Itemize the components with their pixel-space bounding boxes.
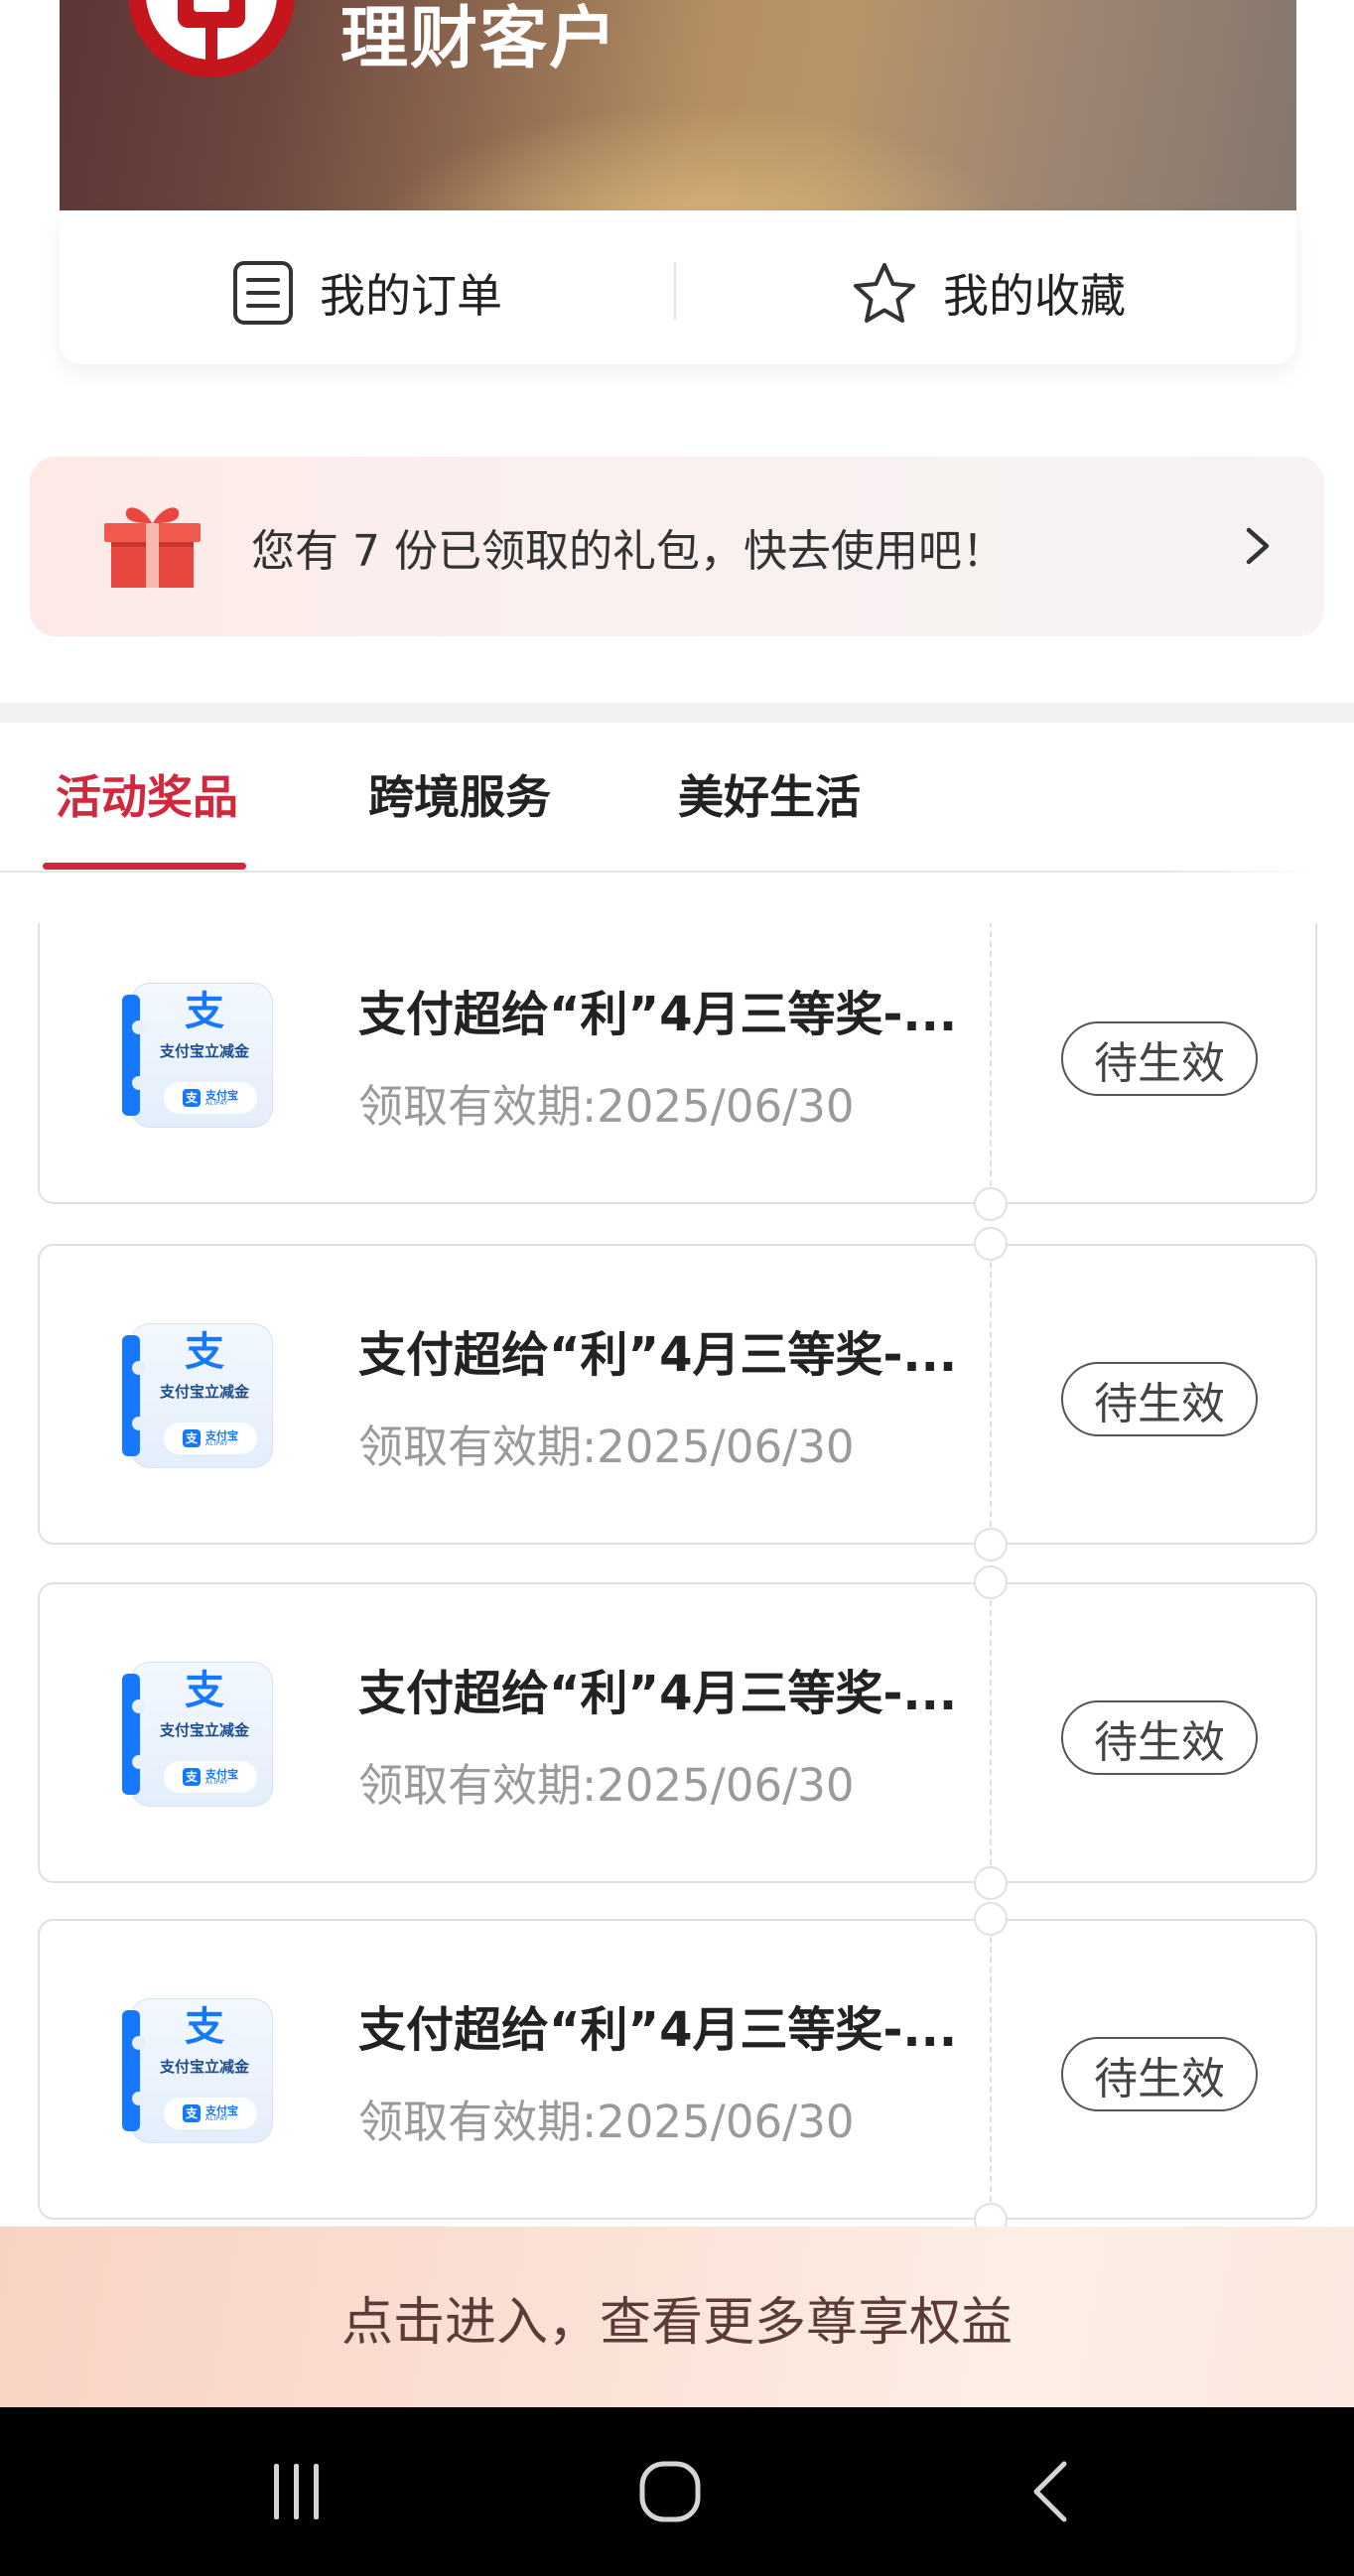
coupon-label: 支付宝立减金 bbox=[159, 2058, 249, 2076]
ticket-dashed-divider bbox=[990, 1262, 992, 1527]
prize-validity: 领取有效期:2025/06/30 bbox=[358, 1080, 855, 1133]
alipay-brand-text: 支付宝 ALIPAY bbox=[205, 1769, 238, 1786]
alipay-brand-cn: 支付宝 bbox=[205, 1088, 238, 1102]
prize-title: 支付超给“利”4月三等奖-... bbox=[358, 1666, 958, 1721]
bank-logo-icon bbox=[128, 0, 295, 77]
coupon-label: 支付宝立减金 bbox=[159, 1721, 249, 1739]
alipay-mark-icon: 支 bbox=[183, 1089, 201, 1107]
ticket-dashed-divider bbox=[990, 1600, 992, 1865]
more-benefits-banner[interactable]: 点击进入，查看更多尊享权益 bbox=[0, 2227, 1354, 2407]
prize-validity: 领取有效期:2025/06/30 bbox=[358, 1759, 855, 1812]
ticket-notch bbox=[974, 1902, 1008, 1936]
quick-links-divider bbox=[674, 262, 676, 320]
system-navigation-bar bbox=[0, 2407, 1354, 2576]
alipay-brand-en: ALIPAY bbox=[205, 1439, 228, 1447]
star-icon bbox=[854, 262, 915, 323]
ticket-notch bbox=[974, 2203, 1008, 2227]
tab-good-life[interactable]: 美好生活 bbox=[678, 770, 861, 824]
alipay-coupon-image: 支 支付宝立减金 支 支付宝 ALIPAY bbox=[122, 1319, 273, 1472]
alipay-coupon-image: 支 支付宝立减金 支 支付宝 ALIPAY bbox=[122, 1994, 273, 2147]
prize-title: 支付超给“利”4月三等奖-... bbox=[358, 987, 958, 1042]
coupon-stub-notch bbox=[132, 1417, 146, 1430]
alipay-brand-cn: 支付宝 bbox=[205, 1767, 238, 1781]
alipay-coupon-image: 支 支付宝立减金 支 支付宝 ALIPAY bbox=[122, 1658, 273, 1811]
my-favorites-label: 我的收藏 bbox=[943, 268, 1126, 323]
back-icon bbox=[1033, 2461, 1067, 2522]
alipay-brand-text: 支付宝 ALIPAY bbox=[205, 2105, 238, 2122]
alipay-brand-tag: 支 支付宝 ALIPAY bbox=[164, 2098, 257, 2129]
coupon-label: 支付宝立减金 bbox=[159, 1042, 249, 1060]
tab-activity-prizes[interactable]: 活动奖品 bbox=[56, 770, 238, 824]
page: 理财客户 我的订单 我的收藏 您有 7 份已领取的礼包，快去使用吧！ 活动奖品 … bbox=[0, 0, 1354, 2576]
more-benefits-label: 点击进入，查看更多尊享权益 bbox=[340, 2292, 1013, 2353]
status-pending-button[interactable]: 待生效 bbox=[1061, 2037, 1258, 2111]
back-button[interactable] bbox=[1007, 2449, 1096, 2534]
ticket-dashed-divider bbox=[990, 1937, 992, 2202]
home-button[interactable] bbox=[625, 2449, 715, 2534]
ticket-notch bbox=[974, 1187, 1008, 1221]
alipay-logo-icon: 支 bbox=[185, 2004, 224, 2050]
chevron-right-icon bbox=[1246, 527, 1270, 565]
prize-validity: 领取有效期:2025/06/30 bbox=[358, 2096, 855, 2148]
my-orders-link[interactable]: 我的订单 bbox=[60, 210, 675, 364]
alipay-brand-en: ALIPAY bbox=[205, 1778, 228, 1786]
recent-apps-icon bbox=[274, 2464, 319, 2519]
alipay-logo-icon: 支 bbox=[185, 1329, 224, 1375]
my-favorites-link[interactable]: 我的收藏 bbox=[681, 210, 1296, 364]
coupon-stub-notch bbox=[132, 1755, 146, 1769]
alipay-brand-text: 支付宝 ALIPAY bbox=[205, 1090, 238, 1107]
ticket-notch bbox=[974, 1565, 1008, 1599]
alipay-brand-tag: 支 支付宝 ALIPAY bbox=[164, 1082, 257, 1114]
prize-list[interactable]: 支 支付宝立减金 支 支付宝 ALIPAY 支付超给“利”4月三等奖-... 领… bbox=[0, 923, 1354, 2227]
alipay-brand-tag: 支 支付宝 ALIPAY bbox=[164, 1761, 257, 1793]
prize-title: 支付超给“利”4月三等奖-... bbox=[358, 2002, 958, 2058]
ticket-notch bbox=[974, 1528, 1008, 1561]
status-pending-button[interactable]: 待生效 bbox=[1061, 1362, 1258, 1436]
prize-title: 支付超给“利”4月三等奖-... bbox=[358, 1327, 958, 1383]
recent-apps-button[interactable] bbox=[251, 2449, 340, 2534]
status-pending-button[interactable]: 待生效 bbox=[1061, 1021, 1258, 1096]
home-icon bbox=[639, 2461, 701, 2522]
quick-links-card: 我的订单 我的收藏 bbox=[60, 210, 1296, 364]
coupon-stub-notch bbox=[132, 2092, 146, 2105]
alipay-coupon-image: 支 支付宝立减金 支 支付宝 ALIPAY bbox=[122, 979, 273, 1132]
ticket-notch bbox=[974, 1866, 1008, 1900]
coupon-label: 支付宝立减金 bbox=[159, 1383, 249, 1401]
tab-cross-border-services[interactable]: 跨境服务 bbox=[368, 770, 551, 824]
alipay-brand-en: ALIPAY bbox=[205, 1099, 228, 1107]
prize-card[interactable]: 支 支付宝立减金 支 支付宝 ALIPAY 支付超给“利”4月三等奖-... 领… bbox=[38, 1902, 1317, 2227]
category-tabs: 活动奖品 跨境服务 美好生活 bbox=[0, 723, 1354, 871]
status-pending-button[interactable]: 待生效 bbox=[1061, 1700, 1258, 1775]
my-orders-label: 我的订单 bbox=[320, 268, 502, 323]
ticket-dashed-divider bbox=[990, 923, 992, 1186]
alipay-brand-tag: 支 支付宝 ALIPAY bbox=[164, 1423, 257, 1454]
gift-pack-message: 您有 7 份已领取的礼包，快去使用吧！ bbox=[251, 525, 1006, 577]
alipay-mark-icon: 支 bbox=[183, 1768, 201, 1786]
gift-pack-banner[interactable]: 您有 7 份已领取的礼包，快去使用吧！ bbox=[30, 457, 1324, 636]
prize-card[interactable]: 支 支付宝立减金 支 支付宝 ALIPAY 支付超给“利”4月三等奖-... 领… bbox=[38, 923, 1317, 1221]
alipay-logo-icon: 支 bbox=[185, 1668, 224, 1713]
prize-card[interactable]: 支 支付宝立减金 支 支付宝 ALIPAY 支付超给“利”4月三等奖-... 领… bbox=[38, 1565, 1317, 1900]
customer-tier-banner: 理财客户 bbox=[60, 0, 1296, 210]
coupon-stub-notch bbox=[132, 1076, 146, 1090]
tabs-bottom-rule bbox=[0, 871, 1320, 873]
prize-card[interactable]: 支 支付宝立减金 支 支付宝 ALIPAY 支付超给“利”4月三等奖-... 领… bbox=[38, 1227, 1317, 1561]
section-separator bbox=[0, 703, 1354, 723]
order-list-icon bbox=[233, 260, 293, 325]
alipay-logo-icon: 支 bbox=[185, 989, 224, 1034]
ticket-notch bbox=[974, 1227, 1008, 1261]
customer-tier-title: 理财客户 bbox=[340, 0, 619, 78]
gift-icon bbox=[104, 507, 201, 588]
alipay-mark-icon: 支 bbox=[183, 2104, 201, 2122]
alipay-brand-text: 支付宝 ALIPAY bbox=[205, 1430, 238, 1447]
alipay-brand-cn: 支付宝 bbox=[205, 1428, 238, 1442]
alipay-brand-en: ALIPAY bbox=[205, 2114, 228, 2122]
alipay-brand-cn: 支付宝 bbox=[205, 2103, 238, 2117]
alipay-mark-icon: 支 bbox=[183, 1429, 201, 1447]
active-tab-indicator bbox=[43, 863, 246, 870]
prize-validity: 领取有效期:2025/06/30 bbox=[358, 1421, 855, 1473]
